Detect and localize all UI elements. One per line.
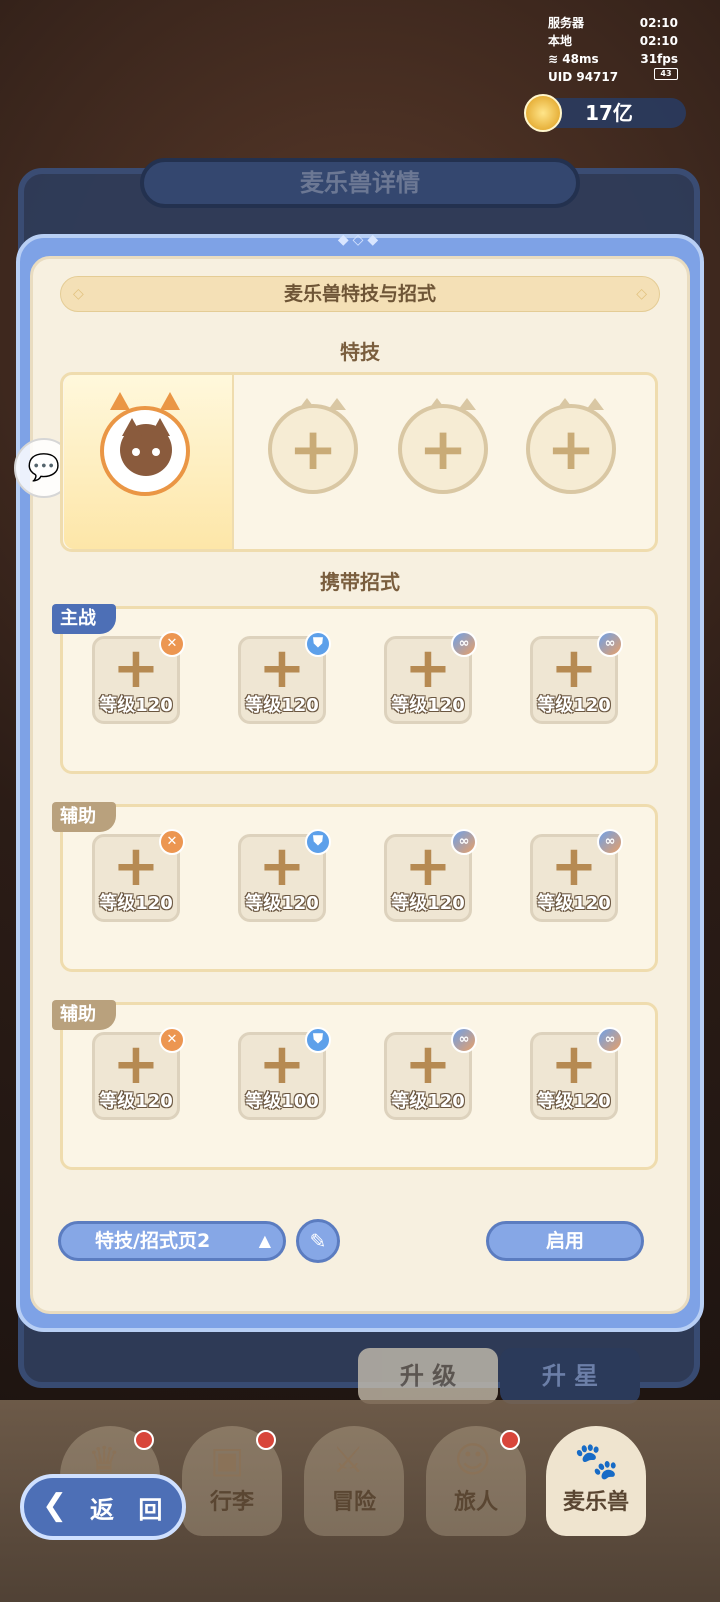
chest-icon: ▣: [210, 1440, 245, 1481]
back-arrow-icon: ❮: [42, 1488, 68, 1523]
move-slot[interactable]: + 等级120 ∞: [384, 631, 477, 724]
link-badge-icon: ∞: [597, 631, 623, 657]
nav-item-luggage[interactable]: ▣ 行李: [182, 1426, 282, 1536]
group-tag: 辅助: [52, 1000, 116, 1030]
tab-star-up[interactable]: 升 星: [500, 1348, 640, 1404]
group-tag: 辅助: [52, 802, 116, 832]
skill-slot-1[interactable]: +: [268, 404, 358, 494]
status-overlay: 服务器 02:10 本地 02:10 ≋ 48ms 31fps UID 94717 43: [548, 14, 678, 86]
wifi-ping: ≋ 48ms: [548, 52, 599, 66]
ear-ornament: [110, 392, 130, 410]
nav-item-pet[interactable]: 🐾 麦乐兽: [546, 1426, 646, 1536]
ear-ornament: [160, 392, 180, 410]
caret-up-icon: ▲: [258, 1231, 271, 1250]
plus-icon: +: [288, 415, 338, 483]
cross-swords-badge-icon: ✕: [159, 829, 185, 855]
link-badge-icon: ∞: [451, 829, 477, 855]
notification-dot: [134, 1430, 154, 1450]
skill-slot-3[interactable]: +: [526, 404, 616, 494]
shield-badge-icon: ⛊: [305, 829, 331, 855]
move-slot[interactable]: + 等级120 ∞: [530, 829, 623, 922]
uid-readout: UID 94717: [548, 70, 619, 84]
diamond-ornament-icon: ◆◇◆: [337, 232, 383, 248]
pet-avatar[interactable]: [100, 406, 190, 496]
moves-section-title: 携带招式: [320, 570, 400, 594]
page-selector-dropdown[interactable]: 特技/招式页2 ▲: [58, 1221, 286, 1261]
diamond-icon: ◇: [636, 286, 647, 302]
back-button[interactable]: ❮ 返 回: [20, 1474, 186, 1540]
skills-section-title: 特技: [340, 340, 380, 364]
edit-pencil-button[interactable]: ✎: [296, 1219, 340, 1263]
notification-dot: [256, 1430, 276, 1450]
move-slot[interactable]: + 等级100 ⛊: [238, 1027, 331, 1120]
local-label: 本地: [548, 34, 573, 48]
move-slot[interactable]: + 等级120 ∞: [530, 631, 623, 724]
pencil-icon: ✎: [309, 1229, 327, 1253]
notification-dot: [500, 1430, 520, 1450]
move-slot[interactable]: + 等级120 ✕: [92, 1027, 185, 1120]
link-badge-icon: ∞: [597, 829, 623, 855]
link-badge-icon: ∞: [451, 1027, 477, 1053]
server-time: 02:10: [639, 16, 678, 30]
move-slot[interactable]: + 等级120 ∞: [384, 829, 477, 922]
detail-panel-title: 麦乐兽详情: [140, 158, 580, 208]
plus-icon: +: [546, 415, 596, 483]
nav-item-traveler[interactable]: ☺ 旅人: [426, 1426, 526, 1536]
modal-title: 麦乐兽特技与招式: [283, 283, 436, 305]
wifi-icon: ≋: [548, 52, 559, 66]
crossed-swords-icon: ⚔: [332, 1440, 365, 1481]
move-slot[interactable]: + 等级120 ✕: [92, 829, 185, 922]
link-badge-icon: ∞: [451, 631, 477, 657]
move-slot[interactable]: + 等级120 ⛊: [238, 829, 331, 922]
battery-icon: 43: [654, 68, 678, 80]
plus-icon: +: [418, 415, 468, 483]
modal-header: ◇ 麦乐兽特技与招式 ◇: [60, 276, 660, 312]
tab-upgrade[interactable]: 升 级: [358, 1348, 498, 1404]
fps-readout: 31fps: [640, 52, 678, 66]
local-time: 02:10: [639, 34, 678, 48]
move-slot[interactable]: + 等级120 ∞: [384, 1027, 477, 1120]
skill-slot-2[interactable]: +: [398, 404, 488, 494]
character-portrait-icon: ☺: [454, 1440, 492, 1481]
currency-display[interactable]: 17亿: [524, 94, 686, 132]
server-label: 服务器: [548, 16, 585, 30]
currency-value: 17亿: [585, 101, 633, 125]
fox-pet-icon: [120, 418, 172, 476]
cross-swords-badge-icon: ✕: [159, 631, 185, 657]
move-slot[interactable]: + 等级120 ∞: [530, 1027, 623, 1120]
cross-swords-badge-icon: ✕: [159, 1027, 185, 1053]
shield-badge-icon: ⛊: [305, 1027, 331, 1053]
nav-item-adventure[interactable]: ⚔ 冒险: [304, 1426, 404, 1536]
group-tag: 主战: [52, 604, 116, 634]
shield-badge-icon: ⛊: [305, 631, 331, 657]
pet-icon: 🐾: [574, 1441, 619, 1482]
move-slot[interactable]: + 等级120 ⛊: [238, 631, 331, 724]
link-badge-icon: ∞: [597, 1027, 623, 1053]
enable-button[interactable]: 启用: [486, 1221, 644, 1261]
move-slot[interactable]: + 等级120 ✕: [92, 631, 185, 724]
diamond-icon: ◇: [73, 286, 84, 302]
